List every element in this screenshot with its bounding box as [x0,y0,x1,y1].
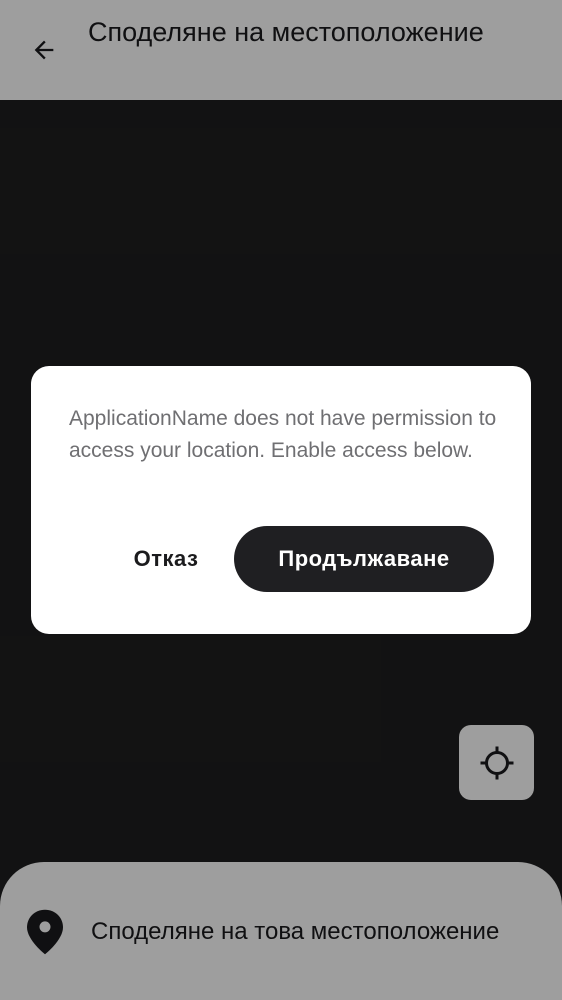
permission-dialog: ApplicationName does not have permission… [31,366,531,634]
cancel-button[interactable]: Отказ [121,526,211,592]
dialog-message: ApplicationName does not have permission… [69,407,497,462]
continue-button[interactable]: Продължаване [234,526,494,592]
